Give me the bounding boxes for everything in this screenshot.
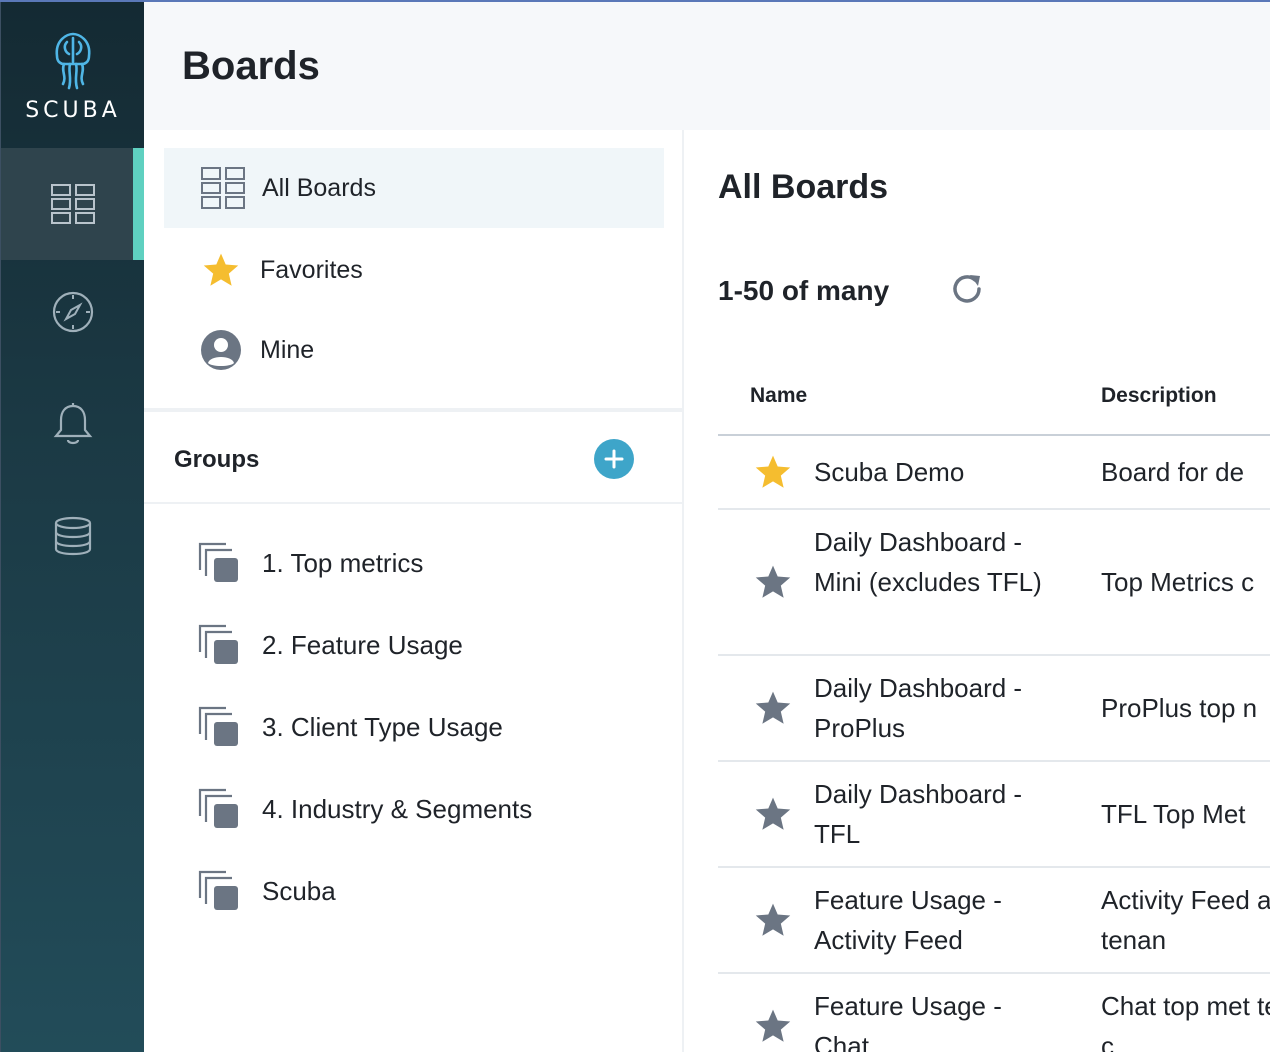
nav-item-label: All Boards bbox=[262, 173, 376, 202]
board-name[interactable]: Daily Dashboard - Mini (excludes TFL) bbox=[814, 522, 1044, 602]
table-row[interactable]: Daily Dashboard - Mini (excludes TFL) To… bbox=[718, 510, 1270, 656]
rail-data[interactable] bbox=[1, 480, 145, 592]
stack-icon bbox=[198, 706, 238, 746]
group-item[interactable]: 3. Client Type Usage bbox=[198, 697, 503, 757]
column-header-description[interactable]: Description bbox=[1101, 384, 1217, 408]
star-icon[interactable] bbox=[754, 564, 792, 600]
page-title: Boards bbox=[182, 44, 320, 88]
nav-item-all-boards[interactable]: All Boards bbox=[164, 148, 664, 228]
compass-icon bbox=[52, 291, 94, 333]
stack-icon bbox=[198, 624, 238, 664]
nav-item-label: Favorites bbox=[260, 255, 363, 284]
board-description: Board for de bbox=[1101, 457, 1245, 487]
stack-icon bbox=[198, 542, 238, 582]
board-description: ProPlus top n bbox=[1101, 693, 1258, 723]
board-name[interactable]: Daily Dashboard - TFL bbox=[814, 774, 1044, 854]
group-label: 1. Top metrics bbox=[262, 547, 424, 578]
table-header: Name Description bbox=[718, 362, 1270, 436]
table-row[interactable]: Daily Dashboard - ProPlus ProPlus top n bbox=[718, 656, 1270, 762]
groups-header: Groups bbox=[144, 412, 684, 504]
table-row[interactable]: Daily Dashboard - TFL TFL Top Met bbox=[718, 762, 1270, 868]
result-count: 1-50 of many bbox=[718, 275, 890, 306]
rail-boards[interactable] bbox=[1, 148, 145, 260]
board-name[interactable]: Daily Dashboard - ProPlus bbox=[814, 668, 1044, 748]
column-header-name[interactable]: Name bbox=[750, 384, 807, 408]
group-item[interactable]: 1. Top metrics bbox=[198, 533, 423, 593]
group-label: 2. Feature Usage bbox=[262, 629, 463, 660]
star-icon[interactable] bbox=[754, 1008, 792, 1044]
main-content: All Boards 1-50 of many Name Description… bbox=[686, 130, 1270, 1052]
nav-item-favorites[interactable]: Favorites bbox=[164, 230, 664, 310]
groups-title: Groups bbox=[174, 446, 260, 473]
scuba-jellyfish-icon bbox=[55, 32, 91, 90]
star-icon[interactable] bbox=[754, 454, 792, 490]
rail-alerts[interactable] bbox=[1, 368, 145, 480]
group-label: Scuba bbox=[262, 875, 336, 906]
boards-nav: All Boards Favorites Mine Groups 1. Top … bbox=[144, 130, 684, 1052]
table-row[interactable]: Feature Usage - Activity Feed Activity F… bbox=[718, 868, 1270, 974]
star-icon[interactable] bbox=[754, 796, 792, 832]
brand-name: SCUBA bbox=[25, 98, 121, 123]
page-header: Boards bbox=[144, 2, 1270, 130]
table-row[interactable]: Feature Usage - Chat Chat top met tenant… bbox=[718, 974, 1270, 1052]
bell-icon bbox=[53, 403, 93, 445]
nav-item-label: Mine bbox=[260, 335, 315, 364]
board-name[interactable]: Scuba Demo bbox=[814, 452, 1044, 492]
star-icon[interactable] bbox=[754, 690, 792, 726]
group-label: 4. Industry & Segments bbox=[262, 793, 533, 824]
user-icon bbox=[192, 329, 250, 371]
boards-table: Name Description Scuba Demo Board for de… bbox=[718, 362, 1270, 1052]
group-item[interactable]: Scuba bbox=[198, 861, 336, 921]
boards-grid-icon bbox=[194, 167, 252, 209]
board-description: TFL Top Met bbox=[1101, 799, 1246, 829]
board-name[interactable]: Feature Usage - Activity Feed bbox=[814, 880, 1044, 960]
section-title: All Boards bbox=[718, 168, 889, 206]
left-rail: SCUBA bbox=[0, 2, 145, 1052]
add-group-button[interactable] bbox=[594, 439, 634, 479]
group-item[interactable]: 4. Industry & Segments bbox=[198, 779, 532, 839]
board-description: Activity Feed across tenan bbox=[1101, 885, 1270, 955]
database-icon bbox=[54, 516, 92, 556]
nav-item-mine[interactable]: Mine bbox=[164, 310, 664, 390]
table-row[interactable]: Scuba Demo Board for de bbox=[718, 436, 1270, 510]
boards-grid-icon bbox=[51, 184, 95, 224]
board-description: Chat top met tenants and c bbox=[1101, 991, 1270, 1052]
stack-icon bbox=[198, 788, 238, 828]
group-label: 3. Client Type Usage bbox=[262, 711, 503, 742]
board-description: Top Metrics c bbox=[1101, 567, 1255, 597]
board-name[interactable]: Feature Usage - Chat bbox=[814, 986, 1044, 1052]
star-icon[interactable] bbox=[754, 902, 792, 938]
brand-logo[interactable]: SCUBA bbox=[1, 2, 145, 148]
star-icon bbox=[192, 252, 250, 288]
refresh-icon[interactable] bbox=[948, 270, 986, 308]
stack-icon bbox=[198, 870, 238, 910]
group-item[interactable]: 2. Feature Usage bbox=[198, 615, 463, 675]
rail-explore[interactable] bbox=[1, 256, 145, 368]
plus-icon bbox=[604, 449, 624, 469]
